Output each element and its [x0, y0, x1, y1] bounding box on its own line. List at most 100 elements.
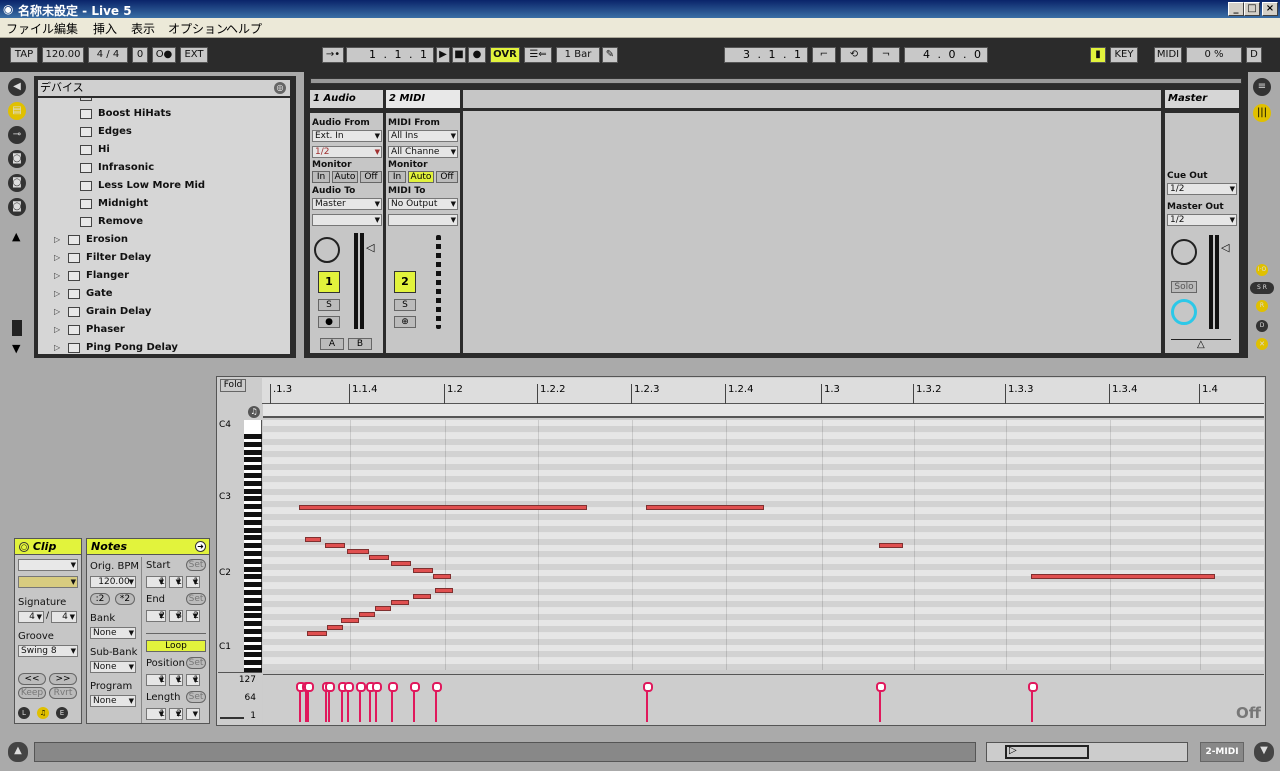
- signature-denominator[interactable]: 4: [51, 611, 77, 623]
- velocity-marker[interactable]: [296, 682, 306, 722]
- play-icon[interactable]: ▶: [436, 47, 450, 63]
- black-key[interactable]: [244, 512, 262, 517]
- overdub-button[interactable]: OVR: [490, 47, 520, 63]
- black-key[interactable]: [244, 636, 262, 642]
- expand-arrow-icon[interactable]: ▷: [54, 321, 60, 339]
- position-sixteenth-field[interactable]: 1: [186, 674, 200, 686]
- key-map-button[interactable]: KEY: [1110, 47, 1138, 63]
- loop-brace-bar[interactable]: [263, 404, 1264, 418]
- black-key[interactable]: [244, 582, 262, 588]
- black-key[interactable]: [244, 480, 262, 486]
- end-beat-field[interactable]: 3: [169, 610, 183, 622]
- master-fader-icon[interactable]: ◁: [1221, 241, 1229, 254]
- velocity-marker[interactable]: [338, 682, 348, 722]
- browser-item[interactable]: ▷ Flanger: [38, 267, 290, 285]
- clip-name-field[interactable]: [18, 559, 78, 571]
- black-key[interactable]: [244, 441, 262, 447]
- expand-arrow-icon[interactable]: ▷: [54, 303, 60, 321]
- pencil-icon[interactable]: ✎: [602, 47, 618, 63]
- expand-arrow-icon[interactable]: ▷: [54, 267, 60, 285]
- velocity-marker[interactable]: [876, 682, 886, 722]
- black-key[interactable]: [244, 488, 262, 494]
- audio-input-channel-select[interactable]: 1/2: [312, 146, 382, 158]
- browser-options-icon[interactable]: ◎: [274, 82, 286, 94]
- volume-fader-icon[interactable]: ◁: [366, 241, 374, 254]
- start-bar-field[interactable]: 1: [146, 576, 166, 588]
- midi-note[interactable]: [879, 543, 903, 548]
- black-key[interactable]: [244, 551, 262, 556]
- beat-time-ruler[interactable]: .1.3 1.1.4 1.2 1.2.2 1.2.3 1.2.4 1.3 1.3.2 1.3.3…: [262, 378, 1264, 404]
- black-key[interactable]: [244, 597, 262, 603]
- browser-item[interactable]: Less Low More Mid: [38, 177, 290, 195]
- midi-note[interactable]: [413, 568, 433, 573]
- time-signature-field[interactable]: 4 / 4: [88, 47, 128, 63]
- envelopes-box-toggle[interactable]: E: [56, 707, 68, 719]
- browser-item[interactable]: Midnight: [38, 195, 290, 213]
- stop-icon[interactable]: ■: [452, 47, 466, 63]
- loop-button[interactable]: Loop: [146, 640, 206, 652]
- monitor-in-button[interactable]: In: [312, 171, 330, 183]
- expand-arrow-icon[interactable]: ▷: [54, 231, 60, 249]
- midi-note[interactable]: [391, 561, 411, 566]
- velocity-marker[interactable]: [344, 682, 354, 722]
- black-key[interactable]: [244, 644, 262, 650]
- midi-note[interactable]: [299, 505, 587, 510]
- menu-options[interactable]: オプション: [168, 20, 228, 37]
- crossfade-a-button[interactable]: A: [320, 338, 344, 350]
- black-key[interactable]: [244, 652, 262, 658]
- session-scrollbar[interactable]: [310, 78, 1242, 84]
- browser-item[interactable]: ▷ Ping Pong Delay: [38, 339, 290, 354]
- midi-note[interactable]: [369, 555, 389, 560]
- velocity-marker[interactable]: [410, 682, 420, 722]
- black-key[interactable]: [244, 457, 262, 463]
- browser-scrollbar[interactable]: [12, 320, 22, 336]
- solo-button-2[interactable]: S: [394, 299, 416, 311]
- piano-roll-grid[interactable]: [263, 420, 1264, 670]
- bank-select[interactable]: None: [90, 627, 136, 639]
- midi-note[interactable]: [1031, 574, 1215, 579]
- audio-output-channel-select[interactable]: [312, 214, 382, 226]
- velocity-marker[interactable]: [1028, 682, 1038, 722]
- punch-icon[interactable]: ☰⇐: [524, 47, 552, 63]
- notes-box-toggle-icon[interactable]: ♫: [37, 707, 49, 719]
- master-volume-knob[interactable]: [1171, 239, 1197, 265]
- menu-help[interactable]: ヘルプ: [226, 20, 262, 37]
- browser-item[interactable]: ▷ Phaser: [38, 321, 290, 339]
- menu-file[interactable]: ファイル: [6, 20, 54, 37]
- crossfader-toggle-icon[interactable]: ✕: [1256, 338, 1268, 350]
- midi-map-button[interactable]: MIDI: [1154, 47, 1182, 63]
- midi-to-select[interactable]: No Output: [388, 198, 458, 210]
- fold-button[interactable]: Fold: [220, 379, 246, 392]
- position-beat-field[interactable]: 1: [169, 674, 183, 686]
- crossfader-handle-icon[interactable]: △: [1197, 339, 1205, 350]
- midi-note[interactable]: [433, 574, 451, 579]
- nudge-back-button[interactable]: <<: [18, 673, 46, 685]
- black-key[interactable]: [244, 543, 262, 549]
- browser-item[interactable]: Edges: [38, 123, 290, 141]
- preview-headphones-icon[interactable]: ♫: [248, 406, 260, 418]
- file-browser-3-icon[interactable]: ◙: [8, 198, 26, 216]
- black-key[interactable]: [244, 605, 262, 611]
- midi-note[interactable]: [327, 625, 343, 630]
- track-activator-2[interactable]: 2: [394, 271, 416, 293]
- black-key[interactable]: [244, 660, 262, 666]
- hide-browser-icon[interactable]: ◀: [8, 78, 26, 96]
- black-key[interactable]: [244, 434, 262, 439]
- io-toggle-icon[interactable]: I·O: [1256, 264, 1268, 276]
- velocity-marker[interactable]: [388, 682, 398, 722]
- browser-item[interactable]: Remove: [38, 213, 290, 231]
- start-sixteenth-field[interactable]: 1: [186, 576, 200, 588]
- menu-edit[interactable]: 編集: [54, 20, 78, 37]
- loop-start-field[interactable]: 3 . 1 . 1: [724, 47, 808, 63]
- position-bar-field[interactable]: 1: [146, 674, 166, 686]
- punch-in-icon[interactable]: ⌐: [812, 47, 836, 63]
- black-key[interactable]: [244, 465, 262, 471]
- master-solo-button[interactable]: Solo: [1171, 281, 1197, 293]
- midi-note[interactable]: [646, 505, 764, 510]
- maximize-button[interactable]: □: [1244, 2, 1260, 16]
- browser-item[interactable]: Hi: [38, 141, 290, 159]
- browser-item[interactable]: Infrasonic: [38, 159, 290, 177]
- menu-view[interactable]: 表示: [131, 20, 155, 37]
- cue-out-select[interactable]: 1/2: [1167, 183, 1237, 195]
- empty-track-area[interactable]: [463, 90, 1161, 108]
